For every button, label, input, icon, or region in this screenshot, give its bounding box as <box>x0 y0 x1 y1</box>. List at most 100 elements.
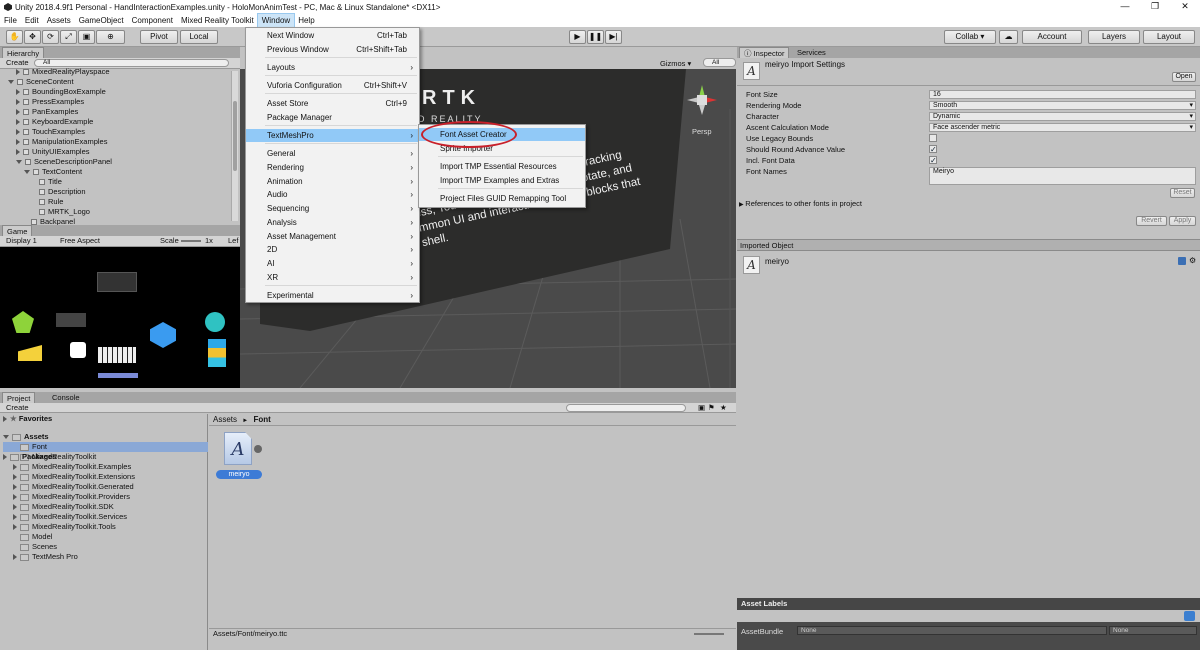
expand-arrow-icon[interactable] <box>13 514 17 521</box>
setting-dropdown[interactable]: Smooth <box>929 101 1196 110</box>
setting-field[interactable]: 16 <box>929 90 1196 99</box>
project-folder-item[interactable]: Model <box>3 532 208 542</box>
scale-slider[interactable] <box>181 240 201 242</box>
hierarchy-item[interactable]: TouchExamples <box>8 127 233 137</box>
assetbundle-name-dropdown[interactable]: None <box>797 626 1107 635</box>
window-menu-item[interactable]: Asset Store Ctrl+9 <box>246 97 419 110</box>
scene-search-input[interactable]: All <box>703 58 736 67</box>
expand-arrow-icon[interactable] <box>16 89 20 96</box>
project-folder-item[interactable]: Scenes <box>3 542 208 552</box>
collab-button[interactable]: Collab ▾ <box>944 30 996 44</box>
hierarchy-item[interactable]: Description <box>8 187 233 197</box>
expand-arrow-icon[interactable] <box>16 109 20 116</box>
setting-checkbox[interactable]: ✓ <box>929 156 937 165</box>
window-menu-item[interactable]: General › <box>246 147 419 160</box>
expand-arrow-icon[interactable] <box>16 99 20 106</box>
window-menu-item[interactable]: Experimental › <box>246 289 419 302</box>
expand-arrow-icon[interactable] <box>13 554 17 561</box>
menu-gameobject[interactable]: GameObject <box>75 14 128 27</box>
icon-size-slider[interactable] <box>694 633 724 635</box>
hierarchy-item[interactable]: Title <box>8 177 233 187</box>
project-folder-item[interactable]: TextMesh Pro <box>3 552 208 562</box>
help-book-icon[interactable] <box>1178 257 1186 265</box>
minimize-button[interactable]: — <box>1110 0 1140 14</box>
expand-arrow-icon[interactable] <box>13 474 17 481</box>
window-menu-item[interactable]: Sequencing › <box>246 202 419 215</box>
expand-arrow-icon[interactable] <box>13 504 17 511</box>
project-folder-item[interactable]: MixedRealityToolkit.Services <box>3 512 208 522</box>
rect-tool-icon[interactable]: ▣ <box>78 30 95 44</box>
maximize-button[interactable]: ❐ <box>1140 0 1170 14</box>
menu-assets[interactable]: Assets <box>43 14 75 27</box>
hierarchy-item[interactable]: PressExamples <box>8 97 233 107</box>
project-folder-item[interactable]: MixedRealityToolkit.SDK <box>3 502 208 512</box>
hierarchy-item[interactable]: MRTK_Logo <box>8 207 233 217</box>
asset-labels-tag-icon[interactable] <box>1184 611 1195 621</box>
expand-arrow-icon[interactable] <box>13 484 17 491</box>
close-button[interactable]: ✕ <box>1170 0 1200 14</box>
hierarchy-scrollbar[interactable] <box>231 71 238 221</box>
asset-expand-icon[interactable] <box>254 445 262 453</box>
gizmos-dropdown[interactable]: Gizmos ▾ <box>660 59 691 68</box>
transform-tool-icon[interactable]: ⊕ <box>96 30 125 44</box>
breadcrumb-assets[interactable]: Assets <box>213 415 237 424</box>
window-menu-item[interactable]: Analysis › <box>246 216 419 229</box>
window-menu-item[interactable]: Animation › <box>246 175 419 188</box>
setting-dropdown[interactable]: Face ascender metric <box>929 123 1196 132</box>
expand-arrow-icon[interactable] <box>13 494 17 501</box>
filter-by-type-icon[interactable]: ▣ <box>698 403 705 413</box>
maximize-on-play-toggle[interactable]: Lef <box>228 236 238 246</box>
window-menu-item[interactable]: Rendering › <box>246 161 419 174</box>
window-menu-item[interactable]: Package Manager <box>246 111 419 124</box>
expand-arrow-icon[interactable] <box>16 149 20 156</box>
hierarchy-search-input[interactable]: All <box>34 59 229 67</box>
window-menu-item[interactable]: Next Window Ctrl+Tab <box>246 29 419 42</box>
assets-node[interactable]: Assets <box>3 432 208 442</box>
layers-dropdown[interactable]: Layers <box>1088 30 1140 44</box>
references-foldout[interactable]: ▶ References to other fonts in project <box>739 199 862 208</box>
tmp-menu-item[interactable]: Project Files GUID Remapping Tool <box>419 192 585 205</box>
setting-checkbox[interactable]: ✓ <box>929 145 937 154</box>
hierarchy-item[interactable]: ManipulationExamples <box>8 137 233 147</box>
display-dropdown[interactable]: Display 1 <box>6 236 37 246</box>
local-toggle[interactable]: Local <box>180 30 218 44</box>
menu-window[interactable]: Window <box>256 13 296 28</box>
revert-button[interactable]: Revert <box>1136 216 1167 226</box>
hierarchy-item[interactable]: PanExamples <box>8 107 233 117</box>
window-menu-item[interactable]: TextMeshPro › <box>246 129 419 142</box>
hierarchy-item[interactable]: Rule <box>8 197 233 207</box>
hierarchy-item[interactable]: UnityUIExamples <box>8 147 233 157</box>
breadcrumb-font[interactable]: Font <box>253 415 270 424</box>
expand-arrow-icon[interactable] <box>16 69 20 76</box>
account-dropdown[interactable]: Account <box>1022 30 1082 44</box>
project-folder-item[interactable]: MixedRealityToolkit.Tools <box>3 522 208 532</box>
window-menu-item[interactable]: Audio › <box>246 188 419 201</box>
rotate-tool-icon[interactable]: ⟳ <box>42 30 59 44</box>
hierarchy-item[interactable]: SceneDescriptionPanel <box>8 157 233 167</box>
project-folder-item[interactable]: MixedRealityToolkit.Providers <box>3 492 208 502</box>
apply-button[interactable]: Apply <box>1169 216 1196 226</box>
layout-dropdown[interactable]: Layout <box>1143 30 1195 44</box>
packages-node[interactable]: Packages <box>3 452 208 462</box>
menu-component[interactable]: Component <box>128 14 177 27</box>
expand-arrow-icon[interactable] <box>13 464 17 471</box>
reset-button[interactable]: Reset <box>1170 188 1195 198</box>
window-menu-item[interactable]: XR › <box>246 271 419 284</box>
hand-tool-icon[interactable]: ✋ <box>6 30 23 44</box>
tmp-menu-item[interactable]: Import TMP Essential Resources <box>419 160 585 173</box>
setting-dropdown[interactable]: Dynamic <box>929 112 1196 121</box>
menu-mixed-reality-toolkit[interactable]: Mixed Reality Toolkit <box>177 14 258 27</box>
inspector-tab[interactable]: ⓘ Inspector <box>739 47 790 58</box>
console-tab[interactable]: Console <box>48 392 84 403</box>
expand-arrow-icon[interactable] <box>8 80 14 85</box>
aspect-dropdown[interactable]: Free Aspect <box>60 236 100 246</box>
pause-icon[interactable]: ❚❚ <box>587 30 604 44</box>
play-icon[interactable]: ▶ <box>569 30 586 44</box>
window-menu-item[interactable]: Vuforia Configuration Ctrl+Shift+V <box>246 79 419 92</box>
project-search-input[interactable] <box>566 404 686 412</box>
project-tab[interactable]: Project <box>2 392 36 403</box>
menu-file[interactable]: File <box>0 14 21 27</box>
hierarchy-tab[interactable]: Hierarchy <box>2 47 45 58</box>
expand-arrow-icon[interactable] <box>16 129 20 136</box>
project-folder-item[interactable]: MixedRealityToolkit.Generated <box>3 482 208 492</box>
